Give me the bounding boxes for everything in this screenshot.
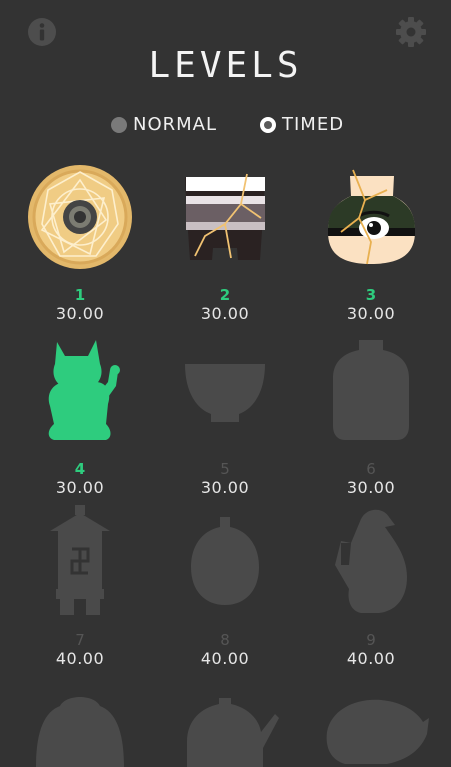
radio-unchecked-icon	[111, 116, 127, 133]
level-3-card[interactable]: 3 30.00	[311, 160, 431, 325]
level-time: 30.00	[346, 478, 396, 497]
radio-checked-icon	[260, 116, 276, 133]
ornate-plate-icon	[28, 165, 132, 269]
level-7-card[interactable]: 7 40.00	[20, 505, 140, 670]
mode-timed-label: TIMED	[282, 114, 345, 135]
level-number: 6	[366, 460, 376, 478]
level-6-card[interactable]: 6 30.00	[311, 334, 431, 499]
lantern-silhouette-icon	[50, 505, 110, 615]
level-number: 3	[365, 286, 377, 304]
level-number: 9	[366, 631, 376, 649]
level-number: 1	[74, 286, 86, 304]
jar-silhouette-icon	[333, 340, 409, 440]
level-time: 30.00	[55, 478, 105, 497]
turtle-silhouette-icon[interactable]	[311, 692, 431, 767]
gear-icon[interactable]	[395, 16, 427, 48]
bowl-silhouette-icon	[185, 364, 265, 422]
level-1-card[interactable]: 1 30.00	[20, 160, 140, 325]
level-4-card[interactable]: 4 30.00	[20, 334, 140, 499]
pumpkin-silhouette-icon	[191, 517, 259, 605]
level-2-card[interactable]: 2 30.00	[165, 160, 285, 325]
level-time: 30.00	[200, 304, 250, 323]
mode-timed-radio[interactable]: TIMED	[260, 114, 344, 135]
info-icon[interactable]	[27, 17, 57, 47]
mode-normal-radio[interactable]: NORMAL	[111, 114, 217, 135]
striped-bowl-icon	[185, 173, 265, 260]
level-number: 8	[220, 631, 230, 649]
page-title: LEVELS	[148, 45, 303, 86]
teapot-silhouette-icon[interactable]	[165, 692, 285, 767]
level-time: 30.00	[200, 478, 250, 497]
penguin-silhouette-icon	[335, 509, 407, 613]
level-9-card[interactable]: 9 40.00	[311, 505, 431, 670]
level-time: 40.00	[55, 649, 105, 668]
level-number: 2	[219, 286, 231, 304]
eye-vase-icon	[328, 169, 415, 265]
mode-selector: NORMAL TIMED	[0, 114, 451, 136]
level-8-card[interactable]: 8 40.00	[165, 505, 285, 670]
level-number: 4	[74, 460, 86, 478]
level-time: 30.00	[55, 304, 105, 323]
level-time: 40.00	[200, 649, 250, 668]
locked-level-silhouette-icon[interactable]	[20, 692, 140, 767]
lucky-cat-icon	[48, 340, 120, 440]
level-5-card[interactable]: 5 30.00	[165, 334, 285, 499]
level-number: 5	[220, 460, 230, 478]
mode-normal-label: NORMAL	[133, 114, 218, 135]
level-time: 30.00	[346, 304, 396, 323]
level-number: 7	[75, 631, 85, 649]
level-time: 40.00	[346, 649, 396, 668]
